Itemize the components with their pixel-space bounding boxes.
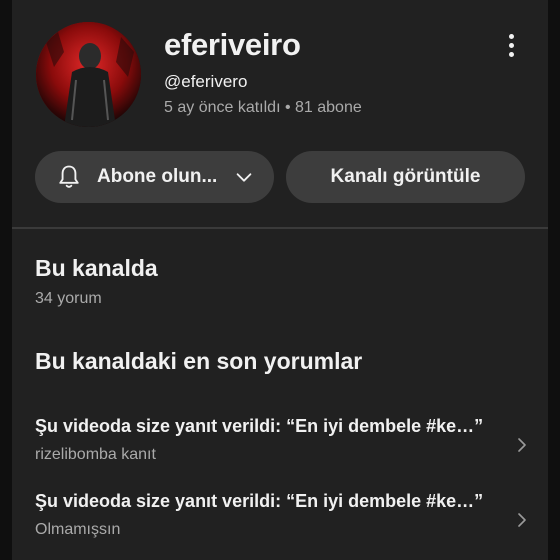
comment-title: Şu videoda size yanıt verildi: “En iyi d…: [35, 491, 484, 511]
channel-name: eferiveiro: [164, 27, 301, 62]
bell-icon: [59, 165, 79, 188]
more-vert-icon-dot: [508, 51, 514, 57]
subscribe-label: Abone olun...: [97, 166, 218, 187]
chevron-right-icon: [518, 513, 526, 527]
subscribe-button[interactable]: Abone olun...: [35, 151, 274, 203]
on-channel-title: Bu kanalda: [35, 255, 158, 281]
channel-header: eferiveiro @eferivero 5 ay önce katıldı …: [12, 0, 548, 228]
channel-handle: @eferivero: [164, 72, 248, 91]
channel-card: eferiveiro @eferivero 5 ay önce katıldı …: [12, 0, 548, 560]
comment-subtitle: Olmamışsın: [35, 521, 121, 538]
more-vert-icon-dot: [508, 42, 514, 48]
section-divider: [12, 227, 548, 229]
chevron-right-icon: [518, 438, 526, 452]
view-channel-button[interactable]: Kanalı görüntüle: [286, 151, 525, 203]
chevron-down-icon: [236, 173, 252, 182]
comment-title: Şu videoda size yanıt verildi: “En iyi d…: [35, 416, 484, 436]
on-channel-count: 34 yorum: [35, 290, 102, 307]
avatar-image: [36, 22, 141, 127]
channel-meta: 5 ay önce katıldı • 81 abone: [164, 99, 362, 116]
more-options-button[interactable]: [496, 30, 526, 60]
view-channel-label: Kanalı görüntüle: [330, 166, 481, 187]
comment-list-item[interactable]: Şu videoda size yanıt verildi: “En iyi d…: [35, 416, 535, 476]
more-vert-icon: [508, 33, 514, 39]
comment-subtitle: rizelibomba kanıt: [35, 446, 156, 463]
recent-comments-title: Bu kanaldaki en son yorumlar: [35, 348, 363, 374]
channel-avatar[interactable]: [36, 22, 141, 127]
comment-list-item[interactable]: Şu videoda size yanıt verildi: “En iyi d…: [35, 491, 535, 551]
